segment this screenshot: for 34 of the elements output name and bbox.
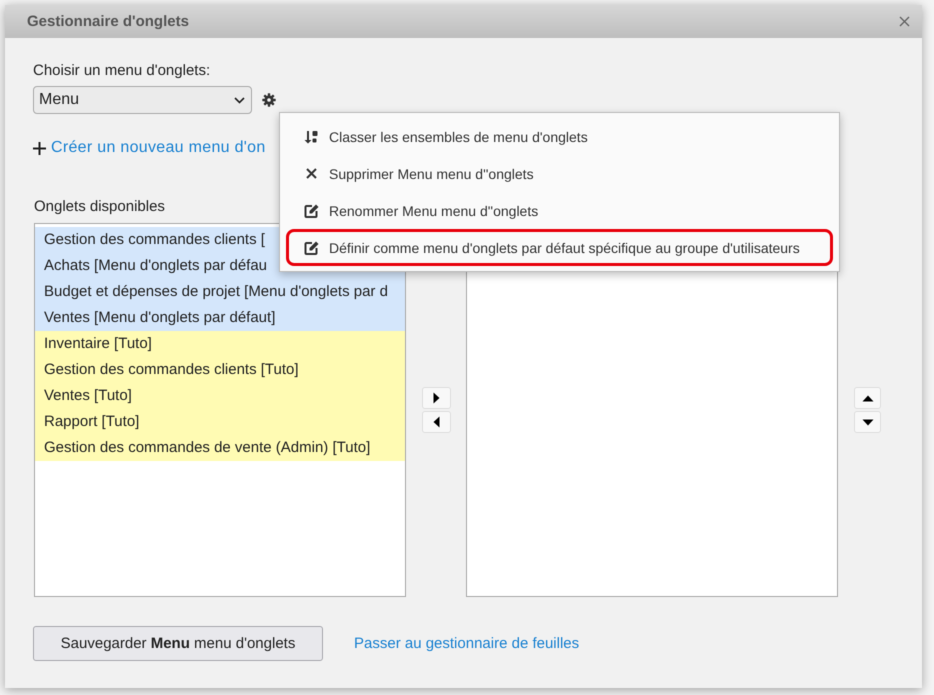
caret-down-icon <box>862 418 874 426</box>
move-left-button[interactable] <box>422 411 450 433</box>
menu-item[interactable]: Supprimer Menu menu d''onglets <box>286 155 833 192</box>
sheet-manager-link[interactable]: Passer au gestionnaire de feuilles <box>354 635 580 652</box>
move-right-button[interactable] <box>422 387 450 409</box>
menu-item[interactable]: Renommer Menu menu d''onglets <box>286 192 833 229</box>
menu-dropdown[interactable]: Menu <box>33 86 252 114</box>
menu-item[interactable]: Définir comme menu d'onglets par défaut spécifique au groupe d'utilisateurs <box>286 229 833 266</box>
plus-icon[interactable] <box>33 142 46 154</box>
caret-up-icon <box>862 394 874 402</box>
save-button[interactable]: Sauvegarder Menu menu d'onglets <box>33 626 323 661</box>
edit-icon <box>304 240 318 254</box>
list-item[interactable]: Rapport [Tuto] <box>35 409 405 435</box>
settings-icon[interactable] <box>262 93 276 107</box>
sort-icon <box>304 130 318 144</box>
close-icon[interactable] <box>899 16 910 27</box>
caret-icon <box>234 96 245 104</box>
caret-right-icon <box>432 392 440 404</box>
list-item[interactable]: Inventaire [Tuto] <box>35 331 405 357</box>
caret-left-icon <box>432 416 440 428</box>
list-label: Onglets disponibles <box>34 198 165 215</box>
list-item[interactable]: Ventes [Menu d'onglets par défaut] <box>35 305 405 331</box>
list-item[interactable]: Gestion des commandes de vente (Admin) [Tuto] <box>35 435 405 461</box>
close-icon <box>306 168 316 179</box>
dialog-title: Gestionnaire d'onglets <box>27 13 189 30</box>
field-label: Choisir un menu d'onglets: <box>33 62 210 79</box>
move-down-button[interactable] <box>854 411 881 433</box>
edit-icon <box>304 204 318 218</box>
list-item[interactable]: Budget et dépenses de projet [Menu d'onglets par d <box>35 279 405 305</box>
list-item[interactable]: Ventes [Tuto] <box>35 383 405 409</box>
move-up-button[interactable] <box>854 387 881 409</box>
list-item[interactable]: Gestion des commandes clients [Tuto] <box>35 357 405 383</box>
menu-item[interactable]: Classer les ensembles de menu d'onglets <box>286 118 833 155</box>
create-menu-link[interactable]: Créer un nouveau menu d'on <box>51 139 266 157</box>
